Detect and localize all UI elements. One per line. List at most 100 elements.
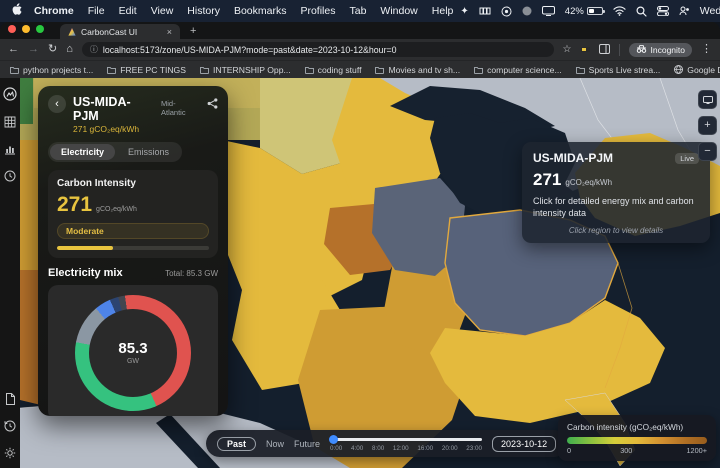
menu-item-tab[interactable]: Tab	[342, 5, 373, 17]
share-icon[interactable]	[207, 96, 218, 114]
reload-button[interactable]: ↻	[48, 44, 57, 55]
tab-favicon	[68, 23, 76, 41]
menu-item-file[interactable]: File	[81, 5, 112, 17]
donut-center-value: 85.3	[118, 340, 147, 357]
bookmark-folder[interactable]: computer science...	[474, 65, 562, 75]
panel-tabs: Electricity Emissions	[48, 142, 182, 162]
menu-clock[interactable]: Wed Oct 8 12:32 AM	[700, 5, 720, 17]
minimize-window-button[interactable]	[22, 25, 30, 33]
carbon-intensity-value: 271	[57, 193, 92, 217]
panel-zone-name: US-MIDA-PJM	[73, 95, 156, 123]
zoom-in-button[interactable]: +	[698, 116, 717, 135]
app-sidebar-rail	[0, 78, 20, 468]
search-icon[interactable]	[636, 6, 647, 17]
screen-record-icon[interactable]	[501, 6, 512, 17]
menu-item-help[interactable]: Help	[425, 5, 461, 17]
app-logo-icon[interactable]	[3, 87, 17, 101]
menu-item-view[interactable]: View	[144, 5, 181, 17]
bookmark-folder[interactable]: FREE PC TINGS	[107, 65, 186, 75]
tooltip-zone-name: US-MIDA-PJM	[533, 151, 613, 165]
panel-back-button[interactable]: ‹	[48, 95, 66, 113]
camera-dot-icon[interactable]	[522, 6, 532, 16]
mode-now-button[interactable]: Now	[266, 439, 284, 449]
battery-icon[interactable]: 42%	[565, 6, 603, 17]
mode-past-button[interactable]: Past	[217, 437, 256, 451]
electricity-mix-title: Electricity mix	[48, 267, 123, 279]
new-tab-button[interactable]: +	[190, 25, 196, 37]
bookmark-folder[interactable]: python projects t...	[10, 65, 93, 75]
map-controls: + −	[698, 90, 717, 161]
intensity-level-badge: Moderate	[57, 223, 209, 239]
control-center-icon[interactable]	[657, 6, 669, 16]
time-slider-thumb[interactable]	[329, 435, 338, 444]
zone-tooltip[interactable]: US-MIDA-PJM Live 271 gCO₂eq/kWh Click fo…	[522, 142, 710, 243]
bookmark-site[interactable]: Google Drive	[674, 65, 720, 75]
bookmark-star-icon[interactable]: ☆	[563, 45, 572, 55]
maximize-window-button[interactable]	[36, 25, 44, 33]
home-button[interactable]: ⌂	[66, 44, 73, 55]
bookmark-label: Movies and tv sh...	[388, 65, 460, 75]
electricity-mix-donut[interactable]: 85.3 GW	[75, 295, 191, 411]
chrome-window: CarbonCast UI × + ← → ↻ ⌂ ⓘ localhost:51…	[0, 22, 720, 468]
menu-item-window[interactable]: Window	[373, 5, 424, 17]
history-icon[interactable]	[4, 420, 16, 432]
apple-menu-icon[interactable]	[12, 3, 23, 19]
live-badge: Live	[675, 153, 699, 164]
bookmark-label: computer science...	[487, 65, 562, 75]
wifi-icon[interactable]	[613, 6, 626, 16]
forward-button[interactable]: →	[28, 44, 39, 55]
legend-min-label: 0	[567, 446, 571, 455]
side-panel-icon[interactable]	[599, 41, 610, 59]
chrome-menu-icon[interactable]: ⋮	[701, 44, 712, 55]
bookmark-folder[interactable]: coding stuff	[305, 65, 362, 75]
tick-label: 0:00	[330, 445, 342, 452]
address-bar[interactable]: ⓘ localhost:5173/zone/US-MIDA-PJM?mode=p…	[82, 42, 554, 57]
chart-icon[interactable]	[4, 143, 16, 155]
tab-title: CarbonCast UI	[81, 27, 137, 37]
theme-sun-icon[interactable]	[4, 447, 16, 459]
mode-future-button[interactable]: Future	[294, 439, 320, 449]
tab-electricity[interactable]: Electricity	[50, 144, 115, 160]
menu-item-bookmarks[interactable]: Bookmarks	[227, 5, 294, 17]
date-picker-button[interactable]: 2023-10-12	[492, 436, 556, 452]
tab-close-icon[interactable]: ×	[167, 27, 172, 37]
time-slider-track[interactable]	[330, 438, 482, 441]
electricity-mix-card: 85.3 GW	[48, 285, 218, 417]
menu-item-profiles[interactable]: Profiles	[293, 5, 342, 17]
carbon-legend-title: Carbon intensity (gCO₂eq/kWh)	[567, 422, 707, 432]
menu-item-edit[interactable]: Edit	[112, 5, 144, 17]
fullscreen-button[interactable]	[698, 90, 717, 109]
display-icon[interactable]	[542, 6, 555, 16]
grid-view-icon[interactable]	[4, 116, 16, 128]
bookmark-folder[interactable]: Sports Live strea...	[576, 65, 661, 75]
browser-tab[interactable]: CarbonCast UI ×	[60, 24, 180, 39]
menu-item-chrome[interactable]: Chrome	[27, 5, 81, 17]
back-button[interactable]: ←	[8, 44, 19, 55]
shortcuts-icon[interactable]: ✦	[460, 6, 468, 17]
extension-icon[interactable]	[581, 41, 590, 59]
close-window-button[interactable]	[8, 25, 16, 33]
bookmark-label: Google Drive	[687, 65, 720, 75]
time-slider-ticks: 0:00 4:00 8:00 12:00 16:00 20:00 23:00	[330, 445, 482, 452]
menu-item-history[interactable]: History	[180, 5, 227, 17]
window-tiles-icon[interactable]	[479, 6, 491, 16]
clock-icon[interactable]	[4, 170, 16, 182]
macos-menu-bar: Chrome File Edit View History Bookmarks …	[0, 0, 720, 22]
carbon-intensity-unit: gCO₂eq/kWh	[96, 206, 137, 213]
carbon-legend-gradient	[567, 437, 707, 444]
time-slider[interactable]: 0:00 4:00 8:00 12:00 16:00 20:00 23:00	[330, 436, 482, 452]
donut-center-unit: GW	[127, 358, 139, 365]
document-icon[interactable]	[5, 393, 16, 405]
tick-label: 8:00	[372, 445, 384, 452]
bookmark-label: Sports Live strea...	[589, 65, 661, 75]
app-content: US-MIDA-PJM Live 271 gCO₂eq/kWh Click fo…	[0, 78, 720, 468]
carbon-legend-card: Carbon intensity (gCO₂eq/kWh) 0 300 1200…	[558, 415, 716, 461]
zoom-out-button[interactable]: −	[698, 142, 717, 161]
profile-switch-icon[interactable]	[679, 6, 690, 16]
tab-emissions[interactable]: Emissions	[117, 144, 180, 160]
incognito-label: Incognito	[651, 45, 686, 55]
bookmark-folder[interactable]: Movies and tv sh...	[375, 65, 460, 75]
bookmark-label: coding stuff	[318, 65, 362, 75]
bookmark-folder[interactable]: INTERNSHIP Opp...	[200, 65, 291, 75]
site-info-icon[interactable]: ⓘ	[90, 44, 98, 55]
